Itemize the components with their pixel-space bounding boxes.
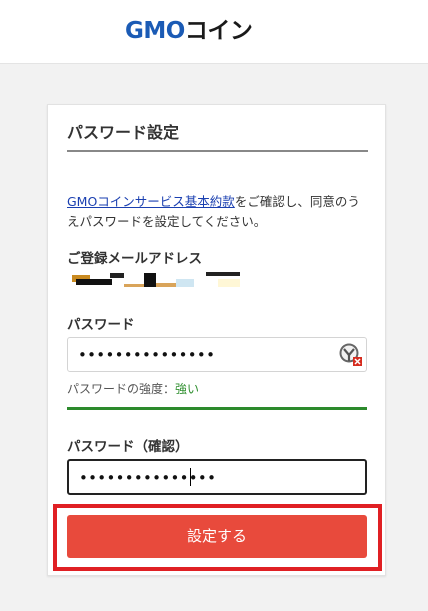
page-title: パスワード設定: [67, 123, 180, 142]
strength-meter: [67, 407, 367, 410]
text-caret: [190, 468, 191, 486]
submit-button[interactable]: 設定する: [67, 515, 367, 558]
strength-value: 強い: [175, 382, 200, 396]
password-input[interactable]: •••••••••••••••: [67, 337, 367, 372]
redacted-email: [72, 271, 242, 289]
confirm-masked-value: •••••••••••••••: [79, 469, 217, 487]
logo-gmo-text: GMO: [125, 18, 185, 44]
strength-label: パスワードの強度：: [67, 382, 176, 396]
password-strength: パスワードの強度：強い: [67, 380, 199, 397]
password-setup-card: パスワード設定 GMOコインサービス基本約款をご確認し、同意のうえパスワードを設…: [47, 104, 386, 576]
confirm-password-input[interactable]: •••••••••••••••: [67, 459, 367, 495]
confirm-password-label: パスワード（確認）: [67, 439, 189, 455]
terms-link[interactable]: GMOコインサービス基本約款: [67, 194, 235, 209]
email-label: ご登録メールアドレス: [67, 251, 202, 267]
password-masked-value: •••••••••••••••: [78, 346, 216, 364]
password-label: パスワード: [67, 317, 135, 333]
eye-toggle-icon[interactable]: [339, 342, 363, 368]
site-header: GMOコイン: [0, 0, 428, 64]
title-divider: [67, 150, 368, 152]
terms-notice: GMOコインサービス基本約款をご確認し、同意のうえパスワードを設定してください。: [67, 192, 371, 232]
logo-coin-text: コイン: [184, 18, 253, 44]
gmo-coin-logo[interactable]: GMOコイン: [125, 17, 253, 45]
